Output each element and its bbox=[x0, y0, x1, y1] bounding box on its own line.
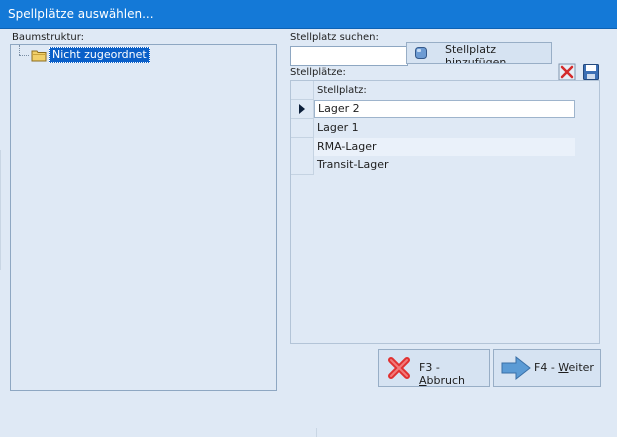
row-selector[interactable] bbox=[291, 119, 314, 138]
next-button[interactable]: F4 - Weiter bbox=[493, 349, 601, 387]
save-icon[interactable] bbox=[582, 63, 600, 81]
edge-divider-bottom bbox=[316, 428, 317, 437]
database-icon bbox=[415, 47, 427, 59]
cancel-label: F3 - Abbruch bbox=[419, 361, 466, 387]
right-arrow-icon bbox=[501, 355, 531, 381]
row-selector[interactable] bbox=[291, 138, 314, 157]
folder-icon bbox=[31, 50, 47, 61]
add-stellplatz-button[interactable]: Stellplatz hinzufügen bbox=[406, 42, 552, 64]
grid-label: Stellplätze: bbox=[290, 67, 346, 78]
row-selector[interactable] bbox=[291, 100, 314, 119]
delete-icon[interactable] bbox=[558, 63, 576, 81]
cancel-button[interactable]: F3 - Abbruch bbox=[378, 349, 490, 387]
grid-cell[interactable]: Transit-Lager bbox=[314, 156, 575, 174]
search-input[interactable] bbox=[290, 46, 408, 66]
edge-divider-left bbox=[0, 150, 1, 270]
column-header-stellplatz[interactable]: Stellplatz: bbox=[317, 85, 367, 96]
stellplaetze-grid[interactable]: Stellplatz: Lager 2 Lager 1 RMA-Lager Tr… bbox=[290, 80, 600, 344]
grid-cell[interactable]: Lager 2 bbox=[314, 100, 575, 118]
row-selector[interactable] bbox=[291, 156, 314, 175]
grid-row[interactable]: Transit-Lager bbox=[291, 156, 575, 175]
row-selector-header bbox=[291, 81, 314, 100]
window-title: Spellplätze auswählen... bbox=[8, 7, 154, 21]
grid-row[interactable]: RMA-Lager bbox=[291, 138, 575, 157]
grid-row[interactable]: Lager 2 bbox=[291, 100, 575, 119]
grid-header: Stellplatz: bbox=[291, 81, 575, 100]
tree-node-nicht-zugeordnet[interactable]: Nicht zugeordnet bbox=[31, 47, 150, 63]
red-x-icon bbox=[388, 357, 410, 379]
search-label: Stellplatz suchen: bbox=[290, 32, 379, 43]
next-label: F4 - Weiter bbox=[534, 361, 594, 374]
tree-connector bbox=[19, 55, 29, 56]
current-row-indicator-icon bbox=[299, 104, 305, 114]
tree-connector bbox=[19, 45, 20, 55]
grid-row[interactable]: Lager 1 bbox=[291, 119, 575, 138]
tree-view[interactable]: Nicht zugeordnet bbox=[10, 44, 277, 391]
add-stellplatz-label: Stellplatz hinzufügen bbox=[445, 43, 507, 64]
tree-label: Baumstruktur: bbox=[12, 32, 85, 43]
grid-cell[interactable]: Lager 1 bbox=[314, 119, 575, 137]
grid-cell[interactable]: RMA-Lager bbox=[314, 138, 575, 156]
tree-node-label: Nicht zugeordnet bbox=[49, 47, 150, 63]
title-bar[interactable]: Spellplätze auswählen... bbox=[0, 0, 617, 29]
